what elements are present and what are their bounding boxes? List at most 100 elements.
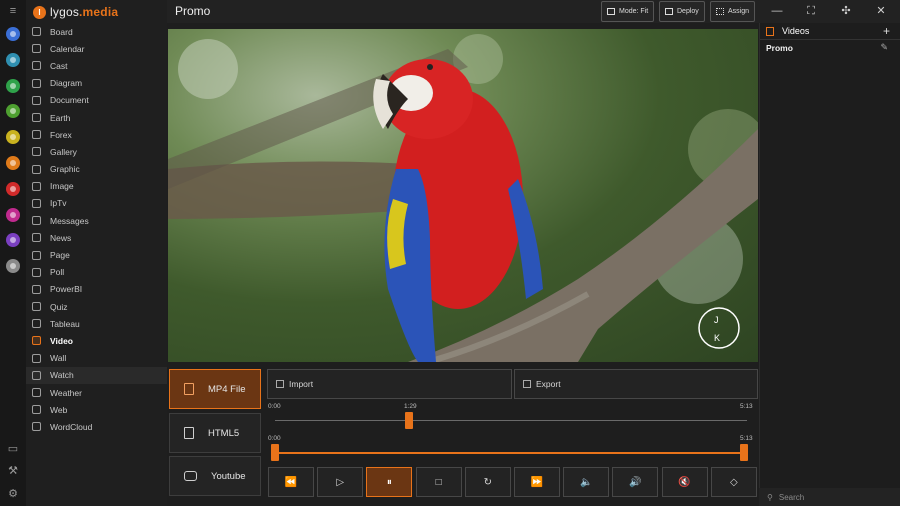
fast-forward-icon: ⏩ (530, 476, 544, 488)
sidebar-item-earth[interactable]: Earth (26, 109, 167, 126)
sidebar-item-calendar[interactable]: Calendar (26, 40, 167, 57)
sidebar-item-page[interactable]: Page (26, 246, 167, 263)
position-slider-handle[interactable] (405, 412, 414, 429)
sidebar-item-gallery[interactable]: Gallery (26, 143, 167, 160)
source-mp4-file[interactable]: MP4 File (169, 369, 261, 409)
mute-button[interactable]: 🔇 (661, 467, 708, 497)
brand-logo[interactable]: l lygos.media (33, 4, 118, 20)
sidebar-item-quiz[interactable]: Quiz (26, 298, 167, 315)
search-placeholder: Search (778, 492, 805, 502)
sidebar-item-messages[interactable]: Messages (26, 212, 167, 229)
tag-button[interactable]: ◇ (710, 467, 757, 497)
powerbi-icon (32, 284, 41, 294)
search-input[interactable]: ⚲ Search (759, 488, 900, 506)
sidebar-item-label: Web (50, 404, 68, 415)
edit-pencil-icon[interactable]: ✎ (880, 42, 888, 53)
wrench-icon[interactable]: ⚒ (7, 465, 19, 477)
trim-start-handle[interactable] (271, 444, 279, 461)
sidebar-item-label: IpTv (50, 198, 67, 209)
trim-range-track[interactable] (275, 452, 747, 454)
app-switcher-glyph (10, 237, 16, 244)
volume-down-button[interactable]: 🔈 (563, 467, 610, 497)
sidebar-item-poll[interactable]: Poll (26, 264, 167, 281)
sidebar-item-powerbi[interactable]: PowerBI (26, 281, 167, 298)
sidebar-item-wall[interactable]: Wall (26, 350, 167, 367)
sidebar-item-label: Gallery (50, 146, 77, 157)
calendar-icon (32, 44, 41, 54)
play-button[interactable]: ▷ (317, 467, 364, 497)
sidebar-item-diagram[interactable]: Diagram (26, 75, 167, 92)
app-switcher-icon[interactable] (6, 233, 20, 248)
replay-button[interactable]: ↻ (464, 467, 511, 497)
source-youtube[interactable]: Youtube (169, 456, 261, 496)
volume-up-button[interactable]: 🔊 (612, 467, 659, 497)
app-switcher-icon[interactable] (6, 207, 20, 222)
app-rail: ≡ ▭ ⚒ ⚙ (0, 0, 26, 506)
sidebar-item-web[interactable]: Web (26, 401, 167, 418)
app-switcher-icon[interactable] (6, 156, 20, 170)
app-switcher-icon[interactable] (6, 52, 20, 67)
deploy-button[interactable]: Deploy (659, 1, 705, 22)
sidebar-item-document[interactable]: Document (26, 92, 167, 109)
sidebar-item-label: Diagram (50, 78, 83, 89)
source-html5[interactable]: HTML5 (169, 413, 261, 453)
video-list-item[interactable]: Promo (766, 43, 793, 53)
watch-icon (32, 370, 41, 380)
source-html5-label: HTML5 (208, 427, 240, 439)
mode-fit-button[interactable]: Mode: Fit (601, 1, 655, 22)
gallery-icon (32, 147, 41, 157)
sidebar-item-label: Weather (50, 387, 82, 398)
sidebar-item-news[interactable]: News (26, 229, 167, 246)
app-switcher-icon[interactable] (6, 78, 20, 93)
import-button[interactable]: Import (267, 369, 512, 399)
import-label: Import (289, 379, 314, 389)
sidebar-item-forex[interactable]: Forex (26, 126, 167, 143)
sidebar-item-weather[interactable]: Weather (26, 384, 167, 401)
fast-forward-button[interactable]: ⏩ (514, 467, 560, 497)
sidebar-item-wordcloud[interactable]: WordCloud (26, 418, 167, 435)
rewind-button[interactable]: ⏪ (268, 467, 314, 497)
news-icon (32, 233, 41, 243)
stop-button[interactable]: □ (415, 467, 462, 497)
play-icon: ▷ (336, 476, 345, 488)
sidebar-item-iptv[interactable]: IpTv (26, 195, 167, 212)
app-switcher-icon[interactable] (6, 181, 20, 196)
sidebar-item-video[interactable]: Video (26, 332, 167, 349)
deploy-label: Deploy (677, 8, 699, 15)
mute-icon: 🔇 (678, 476, 691, 488)
app-switcher-icon[interactable] (6, 259, 20, 274)
collapse-icon[interactable]: ✣ (839, 3, 853, 19)
trim-end-handle[interactable] (740, 444, 748, 461)
sidebar-nav: Board Calendar Cast Diagram Document Earth For… (26, 23, 167, 436)
sidebar-item-graphic[interactable]: Graphic (26, 161, 167, 178)
assign-button[interactable]: Assign (710, 1, 756, 22)
export-label: Export (536, 379, 561, 389)
export-button[interactable]: Export (514, 369, 758, 399)
sidebar-item-board[interactable]: Board (26, 23, 167, 40)
app-switcher-icon[interactable] (6, 104, 20, 119)
earth-icon (32, 113, 41, 123)
monitor-icon[interactable]: ▭ (7, 443, 19, 455)
sidebar-item-label: Wall (50, 353, 67, 364)
brand-mark-icon: l (33, 5, 46, 19)
app-switcher-glyph (10, 56, 16, 63)
maximize-icon[interactable]: ⛶ (804, 3, 818, 19)
sidebar-item-image[interactable]: Image (26, 178, 167, 195)
videos-panel-title: Videos (782, 26, 810, 36)
gear-icon[interactable]: ⚙ (7, 488, 19, 500)
sidebar-item-watch[interactable]: Watch (26, 366, 167, 384)
video-preview[interactable]: J K (168, 29, 758, 362)
app-switcher-glyph (10, 31, 16, 37)
pause-button[interactable]: ⏸ (366, 467, 413, 497)
minimize-icon[interactable]: — (770, 3, 784, 19)
add-video-icon[interactable]: + (883, 24, 890, 38)
position-track[interactable] (275, 420, 747, 421)
app-switcher-icon[interactable] (6, 27, 20, 41)
top-bar: Promo Mode: Fit Deploy Assign — ⛶ ✣ ✕ (167, 0, 900, 23)
close-icon[interactable]: ✕ (874, 3, 888, 19)
sidebar-item-label: Tableau (50, 318, 80, 329)
sidebar-item-cast[interactable]: Cast (26, 57, 167, 74)
app-switcher-icon[interactable] (6, 130, 20, 145)
sidebar-item-tableau[interactable]: Tableau (26, 315, 167, 332)
hamburger-menu-icon[interactable]: ≡ (7, 5, 19, 17)
